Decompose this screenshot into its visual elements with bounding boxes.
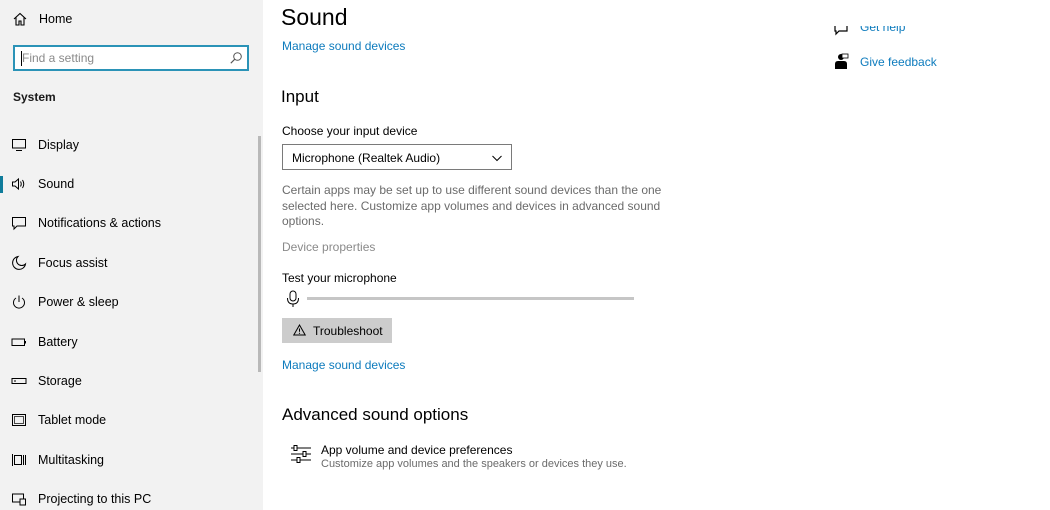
choose-input-device-label: Choose your input device (282, 124, 418, 138)
sidebar-item-label: Projecting to this PC (38, 492, 152, 506)
app-volume-subtitle: Customize app volumes and the speakers o… (321, 458, 627, 470)
sidebar-item-label: Power & sleep (38, 295, 119, 309)
get-help-label: Get help (860, 26, 906, 34)
input-heading: Input (281, 87, 319, 106)
search-icon[interactable] (229, 51, 243, 65)
display-icon (12, 139, 26, 151)
test-microphone-label: Test your microphone (282, 271, 397, 285)
sliders-icon (291, 445, 311, 463)
sidebar-item-focus-assist[interactable]: Focus assist (0, 248, 262, 278)
settings-window: Home Find a setting System Display Sound… (0, 0, 1050, 510)
power-icon (13, 295, 25, 309)
home-label: Home (39, 12, 73, 26)
search-placeholder: Find a setting (22, 51, 95, 65)
sidebar-item-label: Display (38, 138, 79, 152)
microphone-icon (287, 290, 299, 307)
give-feedback-link[interactable]: Give feedback (833, 52, 963, 72)
sidebar-item-projecting[interactable]: Projecting to this PC (0, 484, 262, 510)
battery-icon (11, 338, 26, 346)
speaker-icon (12, 177, 25, 191)
troubleshoot-label: Troubleshoot (313, 324, 383, 338)
sidebar-item-label: Storage (38, 374, 82, 388)
sidebar-item-label: Sound (38, 177, 75, 191)
app-volume-preferences-item[interactable]: App volume and device preferences Custom… (288, 440, 668, 476)
warning-icon (293, 324, 306, 336)
give-feedback-label: Give feedback (860, 55, 937, 69)
home-icon (13, 12, 27, 26)
sidebar-item-power-sleep[interactable]: Power & sleep (0, 287, 262, 317)
troubleshoot-button[interactable]: Troubleshoot (282, 318, 392, 343)
multitasking-icon (12, 454, 26, 466)
sidebar-item-storage[interactable]: Storage (0, 366, 262, 396)
sidebar-item-label: Focus assist (38, 256, 108, 270)
manage-sound-devices-link-bottom[interactable]: Manage sound devices (282, 358, 405, 372)
sidebar-item-sound[interactable]: Sound (0, 169, 262, 199)
projecting-icon (12, 493, 26, 506)
input-device-description: Certain apps may be set up to use differ… (282, 183, 662, 228)
moon-icon (12, 255, 27, 270)
sidebar-scrollbar[interactable] (258, 136, 261, 372)
section-label-system: System (13, 90, 56, 104)
sidebar-item-multitasking[interactable]: Multitasking (0, 445, 262, 475)
manage-sound-devices-link[interactable]: Manage sound devices (282, 39, 405, 53)
sidebar-item-label: Battery (38, 335, 78, 349)
microphone-level-meter (307, 297, 634, 300)
feedback-icon (835, 53, 849, 69)
sidebar-item-tablet-mode[interactable]: Tablet mode (0, 405, 262, 435)
dropdown-selected-value: Microphone (Realtek Audio) (292, 151, 441, 165)
tablet-icon (12, 414, 26, 426)
input-device-dropdown[interactable]: Microphone (Realtek Audio) (282, 144, 512, 170)
sidebar-item-label: Tablet mode (38, 413, 107, 427)
text-cursor (21, 51, 22, 66)
chevron-down-icon (492, 155, 502, 162)
home-nav-item[interactable]: Home (0, 7, 263, 33)
sidebar-item-notifications[interactable]: Notifications & actions (0, 208, 262, 238)
notification-icon (12, 217, 26, 231)
sidebar-item-battery[interactable]: Battery (0, 327, 262, 357)
app-volume-title: App volume and device preferences (321, 443, 513, 457)
advanced-sound-options-heading: Advanced sound options (282, 405, 469, 424)
storage-icon (11, 378, 27, 384)
search-input[interactable]: Find a setting (13, 45, 249, 71)
sidebar-item-label: Notifications & actions (38, 216, 161, 230)
sidebar-item-display[interactable]: Display (0, 130, 262, 160)
get-help-link[interactable]: Get help (833, 26, 953, 42)
sidebar: Home Find a setting System Display Sound… (0, 0, 263, 510)
page-title: Sound (281, 4, 348, 30)
sidebar-item-label: Multitasking (38, 453, 104, 467)
device-properties-link[interactable]: Device properties (282, 240, 375, 254)
help-icon (834, 26, 848, 36)
selection-indicator (0, 176, 3, 193)
